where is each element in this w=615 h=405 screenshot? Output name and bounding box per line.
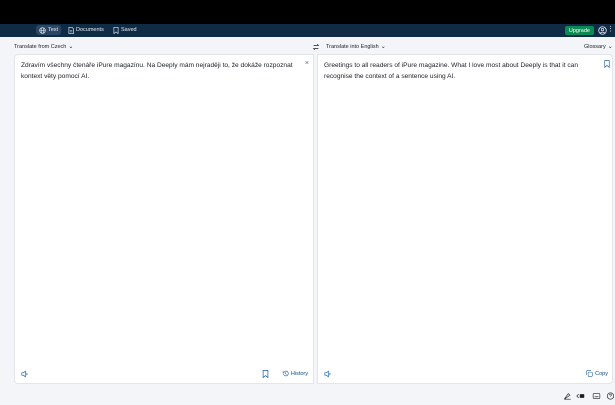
- tab-text-label: Text: [48, 27, 59, 33]
- history-button[interactable]: History: [282, 370, 308, 377]
- source-text-input[interactable]: Zdravím všechny čtenáře iPure magazínu. …: [21, 61, 299, 82]
- speaker-icon[interactable]: [324, 370, 332, 378]
- source-panel: Zdravím všechny čtenáře iPure magazínu. …: [14, 54, 314, 384]
- chevron-down-icon: ⌄: [68, 44, 74, 50]
- translation-output: Greetings to all readers of iPure magazi…: [324, 62, 578, 80]
- app-nav: Text Documents Saved Upgrade ⋮: [0, 24, 615, 37]
- handwriting-icon[interactable]: [563, 392, 572, 400]
- target-language-select[interactable]: Translate into English ⌄: [326, 43, 386, 51]
- bookmark-icon[interactable]: [262, 370, 269, 378]
- chevron-down-icon: ⌄: [380, 44, 386, 50]
- copy-label: Copy: [595, 370, 608, 377]
- tab-documents[interactable]: Documents: [65, 25, 107, 35]
- target-panel-footer: Copy: [318, 369, 612, 379]
- history-label: History: [290, 370, 308, 377]
- bookmark-icon[interactable]: [604, 60, 610, 68]
- glossary-button[interactable]: Glossary ⌄: [584, 43, 613, 51]
- user-icon[interactable]: [598, 26, 607, 35]
- chevron-down-icon: ⌄: [607, 44, 613, 50]
- tab-saved-label: Saved: [121, 27, 137, 33]
- tab-text[interactable]: Text: [36, 25, 62, 35]
- upgrade-button[interactable]: Upgrade: [564, 26, 594, 35]
- swap-languages-icon[interactable]: [312, 43, 320, 51]
- keyboard-shortcut-icon[interactable]: [576, 392, 585, 400]
- globe-icon: [39, 26, 46, 34]
- source-language-label: Translate from Czech: [14, 43, 67, 50]
- copy-icon: [586, 370, 593, 377]
- history-icon: [282, 370, 289, 377]
- top-strip: [0, 0, 615, 24]
- target-language-label: Translate into English: [326, 43, 379, 50]
- close-icon[interactable]: ×: [305, 60, 309, 67]
- target-panel: Greetings to all readers of iPure magazi…: [317, 54, 613, 384]
- more-menu-icon[interactable]: ⋮: [607, 25, 614, 33]
- speaker-icon[interactable]: [21, 370, 29, 378]
- language-bar: Translate from Czech ⌄ Translate into En…: [0, 41, 615, 53]
- tab-documents-label: Documents: [76, 27, 104, 33]
- glossary-label: Glossary: [584, 43, 606, 50]
- help-icon[interactable]: [606, 392, 615, 400]
- tab-saved[interactable]: Saved: [110, 25, 140, 35]
- copy-button[interactable]: Copy: [586, 370, 608, 377]
- document-icon: [68, 26, 74, 34]
- status-bar: [0, 390, 615, 403]
- keyboard-icon[interactable]: [592, 392, 601, 400]
- source-panel-footer: History: [15, 369, 313, 379]
- bookmark-icon: [113, 26, 119, 34]
- source-language-select[interactable]: Translate from Czech ⌄: [14, 43, 74, 51]
